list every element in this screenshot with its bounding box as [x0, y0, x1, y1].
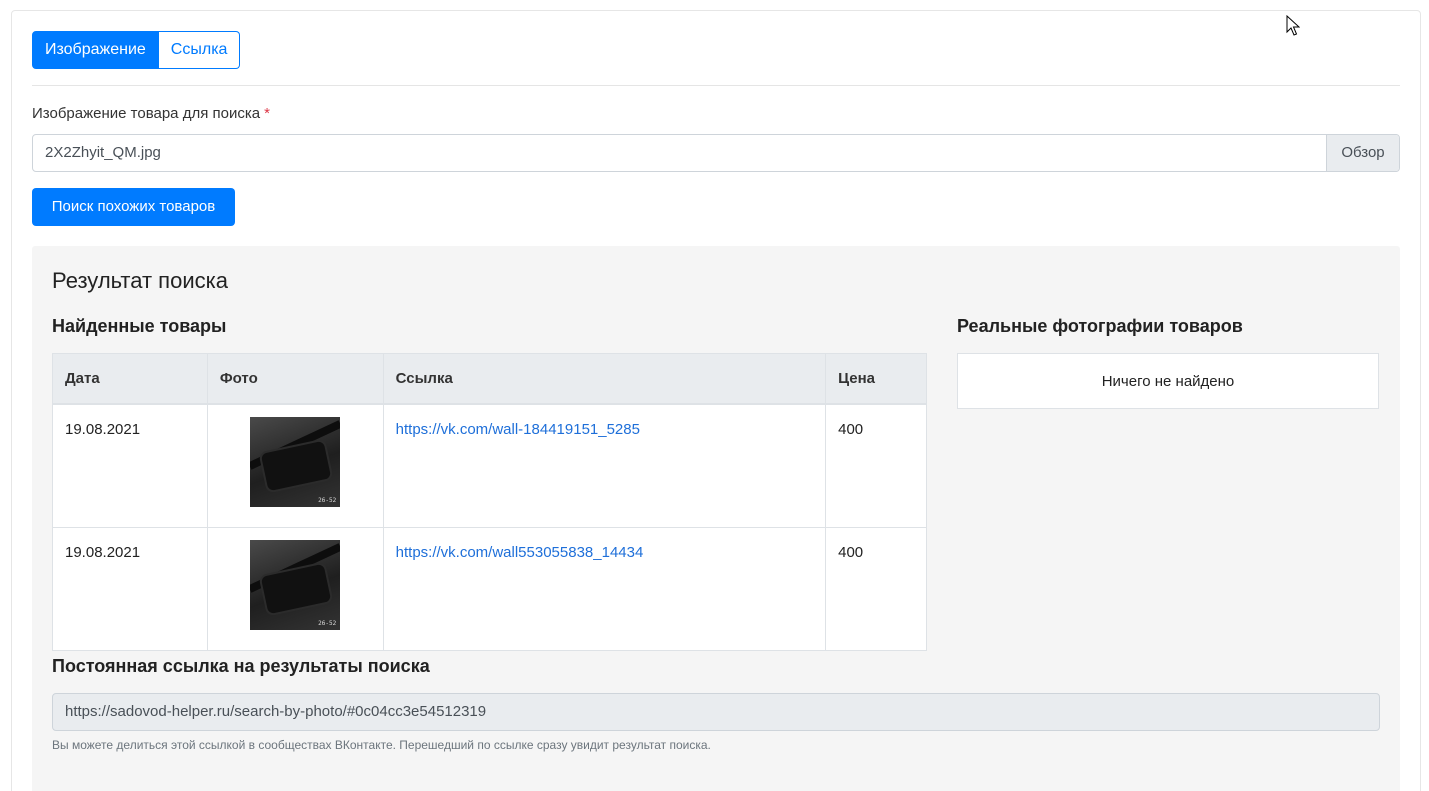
row-price: 400 [825, 526, 927, 651]
real-photos-title: Реальные фотографии товаров [957, 316, 1243, 336]
thumbnail-tag: 26-52 [318, 496, 337, 504]
row-link[interactable]: https://vk.com/wall553055838_14434 [396, 544, 644, 561]
row-price: 400 [825, 403, 927, 528]
row-date: 19.08.2021 [52, 403, 208, 528]
permalink-title: Постоянная ссылка на результаты поиска [52, 656, 430, 676]
table-header-row: Дата Фото Ссылка Цена [52, 353, 927, 405]
tab-link[interactable]: Ссылка [158, 31, 241, 69]
tab-image[interactable]: Изображение [32, 31, 159, 69]
search-mode-tabs: Изображение Ссылка [32, 31, 241, 69]
found-goods-table: Дата Фото Ссылка Цена 19.08.2021 26-52 h… [52, 353, 927, 651]
row-photo-cell: 26-52 [206, 526, 384, 651]
search-similar-button[interactable]: Поиск похожих товаров [32, 188, 235, 226]
col-link-header: Ссылка [382, 353, 827, 405]
product-thumbnail[interactable]: 26-52 [250, 539, 341, 630]
divider [32, 85, 1400, 86]
row-link-cell: https://vk.com/wall-184419151_5285 [382, 403, 827, 528]
product-thumbnail[interactable]: 26-52 [250, 416, 341, 507]
file-input[interactable]: 2X2Zhyit_QM.jpg Обзор [32, 134, 1400, 172]
upload-label-text: Изображение товара для поиска [32, 105, 261, 122]
col-photo-header: Фото [206, 353, 384, 405]
thumbnail-tag: 26-52 [318, 619, 337, 627]
row-photo-cell: 26-52 [206, 403, 384, 528]
row-link-cell: https://vk.com/wall553055838_14434 [382, 526, 827, 651]
table-row: 19.08.2021 26-52 https://vk.com/wall5530… [52, 526, 927, 651]
permalink-input[interactable]: https://sadovod-helper.ru/search-by-phot… [52, 693, 1380, 731]
table-row: 19.08.2021 26-52 https://vk.com/wall-184… [52, 403, 927, 528]
found-goods-title: Найденные товары [52, 316, 227, 336]
row-date: 19.08.2021 [52, 526, 208, 651]
upload-label: Изображение товара для поиска * [32, 105, 270, 122]
row-link[interactable]: https://vk.com/wall-184419151_5285 [396, 421, 640, 438]
col-date-header: Дата [52, 353, 208, 405]
results-title: Результат поиска [52, 268, 228, 293]
col-price-header: Цена [825, 353, 927, 405]
permalink-hint: Вы можете делиться этой ссылкой в сообще… [52, 738, 711, 752]
mouse-cursor-icon [1286, 15, 1300, 36]
browse-button[interactable]: Обзор [1326, 135, 1399, 171]
file-name: 2X2Zhyit_QM.jpg [45, 144, 161, 161]
real-photos-empty: Ничего не найдено [957, 353, 1379, 409]
required-mark: * [264, 105, 270, 122]
